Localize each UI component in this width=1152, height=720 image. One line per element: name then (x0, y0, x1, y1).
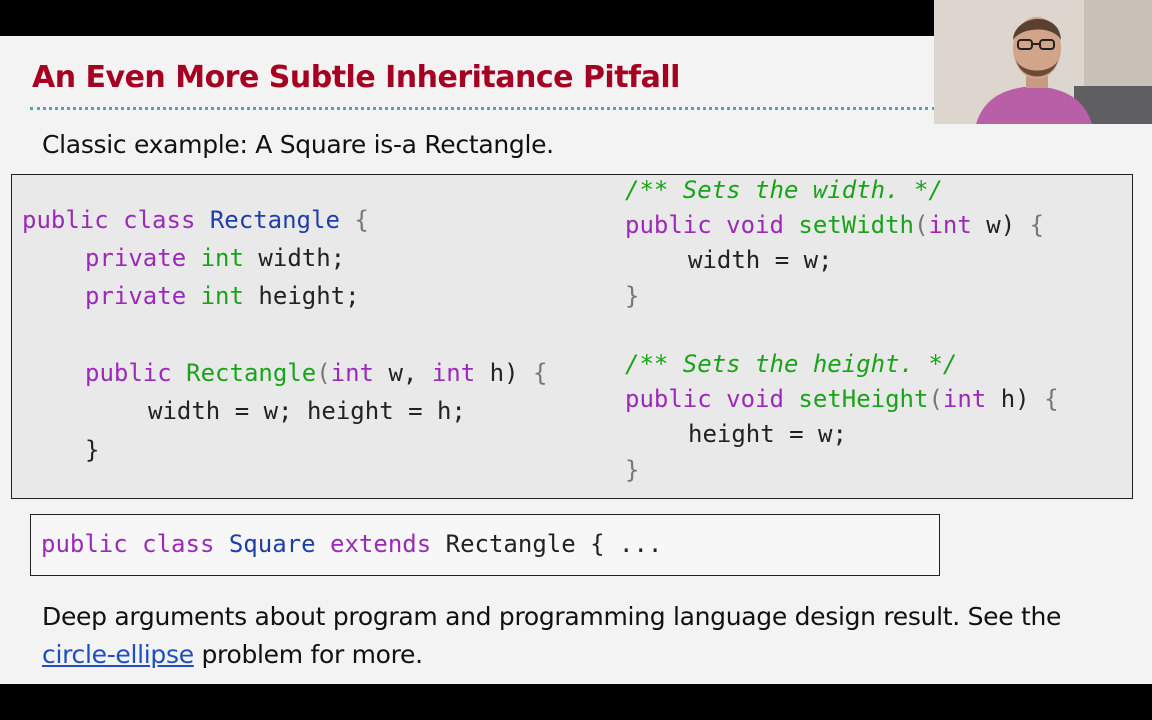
code-line-setheight-close: } (625, 456, 640, 484)
type-int: int (431, 359, 476, 387)
param-h: h) (489, 359, 519, 387)
title-divider (30, 107, 935, 110)
class-name-square: Square (228, 530, 316, 558)
code-line-square-decl: public class Square extends Rectangle { … (41, 525, 662, 563)
keyword-private: private (85, 282, 187, 310)
keyword-class: class (142, 530, 215, 558)
open-brace: { (1044, 385, 1059, 413)
body-text-end: problem for more. (193, 640, 423, 669)
keyword-void: void (726, 385, 784, 413)
param-h: h) (1000, 385, 1030, 413)
code-line-class-decl: public class Rectangle { (22, 201, 369, 239)
keyword-private: private (85, 244, 187, 272)
code-line-constructor: public Rectangle(int w, int h) { (85, 354, 547, 392)
field-width: width; (258, 244, 346, 272)
keyword-extends: extends (330, 530, 432, 558)
slide-title: An Even More Subtle Inheritance Pitfall (32, 60, 680, 95)
body-text-start: Deep arguments about program and program… (42, 602, 1062, 631)
code-line-setwidth-close: } (625, 282, 640, 310)
param-w: w, (388, 359, 418, 387)
comment-sets-height: /** Sets the height. */ (625, 350, 958, 378)
type-int: int (330, 359, 375, 387)
open-brace: { (1029, 211, 1045, 239)
keyword-public: public (625, 211, 712, 239)
method-setwidth: setWidth (798, 211, 914, 239)
method-setheight: setHeight (798, 385, 929, 413)
keyword-void: void (726, 211, 784, 239)
constructor-name: Rectangle (186, 359, 317, 387)
field-height: height; (258, 282, 360, 310)
type-int: int (928, 211, 972, 239)
circle-ellipse-link[interactable]: circle-ellipse (42, 640, 194, 669)
presenter-webcam (934, 0, 1152, 124)
open-brace: { (354, 206, 369, 234)
type-int: int (200, 244, 244, 272)
code-line-height-field: private int height; (85, 277, 360, 315)
code-line-constructor-body: width = w; height = h; (148, 397, 466, 425)
paren-open: ( (316, 359, 331, 387)
bottom-letterbox-bar (0, 684, 1152, 720)
square-decl-rest: Rectangle { ... (445, 530, 663, 558)
keyword-public: public (41, 530, 128, 558)
rectangle-code-box: public class Rectangle { private int wid… (11, 174, 1133, 499)
keyword-public: public (22, 206, 109, 234)
slide-subtitle: Classic example: A Square is-a Rectangle… (42, 130, 554, 159)
paren-open: ( (914, 211, 929, 239)
open-brace: { (533, 359, 548, 387)
slide: An Even More Subtle Inheritance Pitfall … (0, 36, 1152, 684)
param-w: w) (986, 211, 1016, 239)
body-paragraph: Deep arguments about program and program… (42, 598, 1102, 674)
comment-sets-width: /** Sets the width. */ (625, 176, 943, 204)
code-line-width-field: private int width; (85, 239, 345, 277)
keyword-class: class (123, 206, 196, 234)
code-line-setheight: public void setHeight(int h) { (625, 380, 1059, 418)
class-name-rectangle: Rectangle (209, 206, 340, 234)
type-int: int (200, 282, 244, 310)
keyword-public: public (85, 359, 172, 387)
code-line-setwidth: public void setWidth(int w) { (625, 206, 1044, 244)
square-code-box: public class Square extends Rectangle { … (30, 514, 940, 576)
code-line-setheight-body: height = w; (688, 420, 847, 448)
presenter-webcam-feed-icon (934, 0, 1152, 124)
code-line-close-brace: } (85, 436, 100, 464)
type-int: int (942, 385, 987, 413)
code-line-setwidth-body: width = w; (688, 246, 833, 274)
paren-open: ( (928, 385, 943, 413)
keyword-public: public (625, 385, 712, 413)
